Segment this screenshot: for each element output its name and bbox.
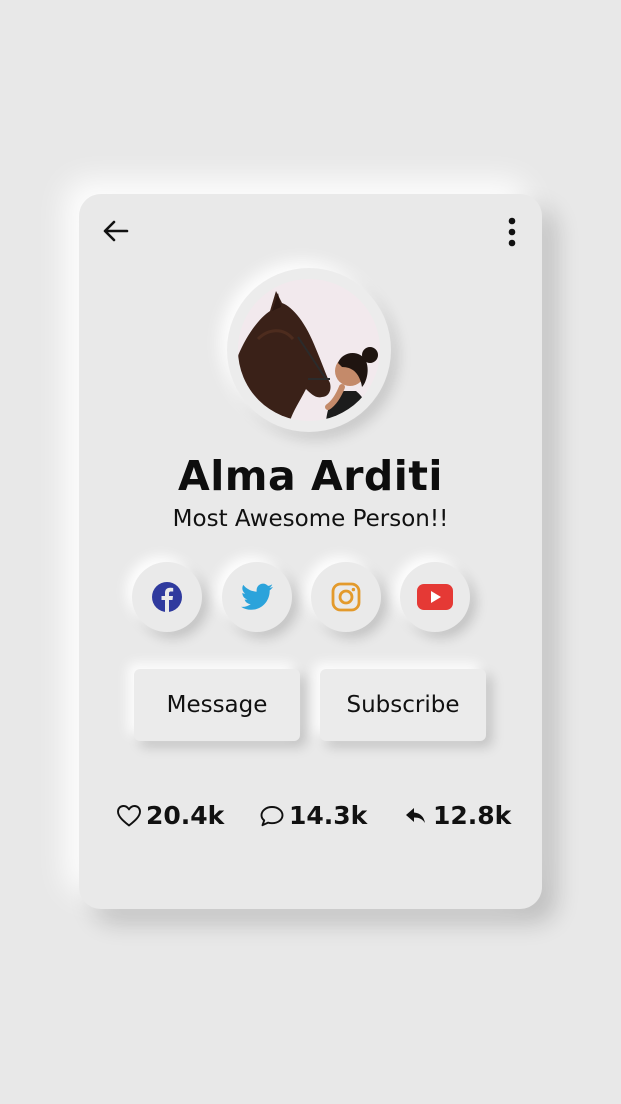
twitter-button[interactable] <box>222 562 292 632</box>
comments-count: 14.3k <box>289 801 368 830</box>
profile-name: Alma Arditi <box>178 452 443 500</box>
likes-stat[interactable]: 20.4k <box>116 801 224 830</box>
comments-stat[interactable]: 14.3k <box>259 801 367 830</box>
reply-icon <box>406 807 425 823</box>
shares-stat[interactable]: 12.8k <box>403 801 511 830</box>
facebook-button[interactable] <box>132 562 202 632</box>
youtube-icon <box>417 584 453 610</box>
subscribe-button[interactable]: Subscribe <box>320 669 486 741</box>
twitter-icon <box>241 583 273 610</box>
avatar-photo <box>238 279 380 421</box>
avatar-frame <box>227 268 391 432</box>
shares-count: 12.8k <box>433 801 512 830</box>
facebook-icon <box>152 582 182 612</box>
arrow-left-icon <box>103 220 129 242</box>
message-button[interactable]: Message <box>134 669 300 741</box>
more-options-button[interactable] <box>502 216 522 250</box>
instagram-icon <box>331 582 361 612</box>
comment-icon <box>260 805 284 826</box>
avatar[interactable] <box>238 279 380 421</box>
profile-card: Alma Arditi Most Awesome Person!! Messag… <box>79 194 542 909</box>
heart-icon <box>117 804 141 826</box>
back-button[interactable] <box>101 218 131 244</box>
more-vertical-icon <box>508 217 516 247</box>
instagram-button[interactable] <box>311 562 381 632</box>
likes-count: 20.4k <box>146 801 225 830</box>
profile-tagline: Most Awesome Person!! <box>172 506 449 532</box>
youtube-button[interactable] <box>400 562 470 632</box>
